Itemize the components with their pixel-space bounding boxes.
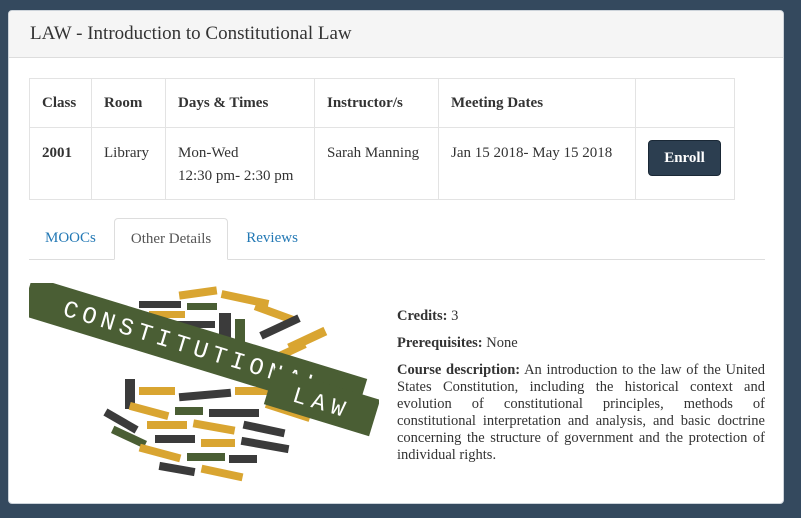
col-action-header: [635, 78, 735, 128]
course-panel: LAW - Introduction to Constitutional Law…: [8, 10, 784, 504]
course-details: Credits: 3 Prerequisites: None Course de…: [397, 308, 765, 474]
tab-reviews[interactable]: Reviews: [230, 218, 314, 259]
col-class-header: Class: [29, 78, 92, 128]
tab-other-details[interactable]: Other Details: [113, 218, 229, 260]
class-cell: 2001: [29, 127, 92, 200]
credits-value: 3: [451, 308, 459, 324]
col-dates-header: Meeting Dates: [438, 78, 636, 128]
enroll-button[interactable]: Enroll: [648, 140, 721, 176]
constitutional-law-word-cloud: CONSTITUTIONAL LAW: [29, 283, 379, 482]
instructor-cell: Sarah Manning: [314, 127, 439, 200]
course-title: LAW - Introduction to Constitutional Law: [30, 23, 352, 44]
course-description: Course description: An introduction to t…: [397, 362, 765, 464]
prerequisites-line: Prerequisites: None: [397, 335, 765, 352]
prerequisites-label: Prerequisites:: [397, 335, 483, 351]
days-line: Mon-Wed: [178, 145, 239, 161]
schedule-table: Class Room Days & Times Instructor/s Mee…: [29, 78, 735, 200]
detail-tabs: MOOCs Other Details Reviews: [29, 218, 765, 260]
room-cell: Library: [91, 127, 166, 200]
col-days-header: Days & Times: [165, 78, 315, 128]
tab-moocs[interactable]: MOOCs: [29, 218, 112, 259]
panel-heading: LAW - Introduction to Constitutional Law: [9, 11, 783, 58]
description-label: Course description:: [397, 362, 521, 378]
days-cell: Mon-Wed 12:30 pm- 2:30 pm: [165, 127, 315, 200]
credits-line: Credits: 3: [397, 308, 765, 325]
dates-cell: Jan 15 2018- May 15 2018: [438, 127, 636, 200]
times-line: 12:30 pm- 2:30 pm: [178, 168, 294, 184]
prerequisites-value: None: [486, 335, 518, 351]
col-instructor-header: Instructor/s: [314, 78, 439, 128]
table-header-row: Class Room Days & Times Instructor/s Mee…: [29, 78, 735, 128]
credits-label: Credits:: [397, 308, 448, 324]
table-row: 2001 Library Mon-Wed 12:30 pm- 2:30 pm S…: [29, 127, 735, 200]
action-cell: Enroll: [635, 127, 735, 200]
col-room-header: Room: [91, 78, 166, 128]
